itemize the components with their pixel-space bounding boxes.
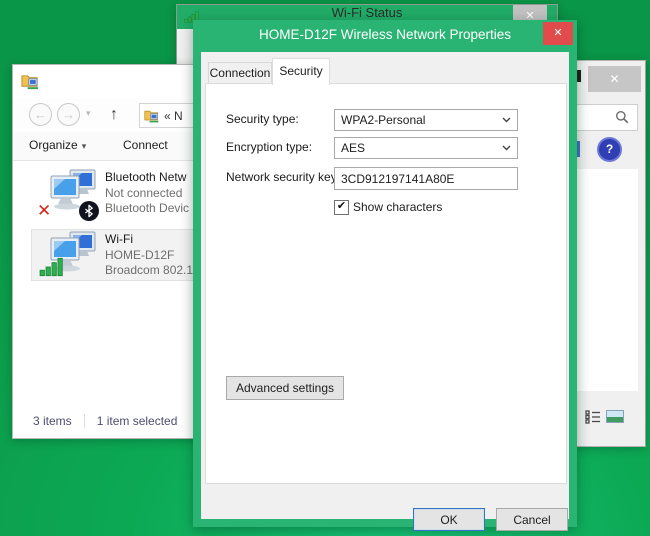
show-characters-label: Show characters — [353, 200, 442, 214]
back-button[interactable]: ← — [29, 103, 52, 126]
network-connections-icon — [144, 108, 160, 124]
disconnected-x-icon: ✕ — [37, 202, 51, 219]
desktop: Wi-Fi Status ✕ ✕ ? ← → ▾ ↑ « N — [0, 0, 650, 536]
security-tab-page: Security type: WPA2-Personal Encryption … — [205, 83, 567, 484]
encryption-type-select[interactable]: AES — [334, 137, 518, 159]
network-security-key-label: Network security key — [226, 170, 337, 184]
chevron-down-icon — [502, 117, 511, 123]
search-input[interactable] — [575, 104, 638, 131]
dialog-close-button[interactable]: ✕ — [543, 22, 573, 45]
item-device: Bluetooth Devic — [105, 201, 189, 217]
ok-button[interactable]: OK — [413, 508, 485, 531]
organize-button[interactable]: Organize ▾ — [29, 138, 86, 152]
encryption-type-label: Encryption type: — [226, 140, 312, 154]
selection-count: 1 item selected — [97, 414, 178, 428]
item-name: Bluetooth Netw — [105, 170, 189, 186]
items-count: 3 items — [33, 414, 72, 428]
organize-label: Organize — [29, 138, 78, 152]
details-view-button[interactable] — [585, 410, 601, 427]
bluetooth-icon — [79, 201, 99, 221]
security-type-value: WPA2-Personal — [341, 113, 502, 127]
up-button[interactable]: ↑ — [104, 103, 124, 127]
item-name: Wi-Fi — [105, 232, 193, 248]
connect-button[interactable]: Connect — [123, 138, 168, 152]
search-icon — [615, 110, 630, 125]
wifi-signal-icon — [39, 257, 65, 277]
wifi-status-title: Wi-Fi Status — [177, 5, 557, 20]
show-characters-checkbox[interactable]: ✔ — [334, 200, 349, 215]
list-view-icon — [585, 410, 601, 424]
help-button[interactable]: ? — [597, 137, 622, 162]
cancel-button[interactable]: Cancel — [496, 508, 568, 531]
thumbnail-view-button[interactable] — [606, 410, 624, 423]
item-device: Broadcom 802.1 — [105, 263, 193, 279]
tab-connection[interactable]: Connection — [208, 62, 272, 84]
network-folder-icon — [21, 72, 40, 91]
right-window-content — [576, 169, 638, 391]
encryption-type-value: AES — [341, 141, 502, 155]
status-divider — [84, 414, 85, 428]
chevron-down-icon — [502, 145, 511, 151]
security-type-select[interactable]: WPA2-Personal — [334, 109, 518, 131]
network-security-key-input[interactable] — [334, 167, 518, 190]
right-explorer-window: ✕ ? — [573, 60, 646, 447]
forward-button[interactable]: → — [57, 103, 80, 126]
wireless-properties-dialog: HOME-D12F Wireless Network Properties ✕ … — [193, 20, 577, 527]
tab-security[interactable]: Security — [272, 58, 330, 85]
dialog-body: Connection Security Security type: WPA2-… — [201, 52, 569, 519]
chevron-down-icon: ▾ — [82, 141, 87, 151]
right-window-close-button[interactable]: ✕ — [588, 66, 641, 92]
advanced-settings-button[interactable]: Advanced settings — [226, 376, 344, 400]
item-network: HOME-D12F — [105, 248, 193, 264]
dialog-title: HOME-D12F Wireless Network Properties — [193, 20, 577, 52]
address-breadcrumb: « N — [164, 109, 183, 123]
history-dropdown-icon[interactable]: ▾ — [86, 108, 91, 119]
security-type-label: Security type: — [226, 112, 299, 126]
item-status: Not connected — [105, 186, 189, 202]
